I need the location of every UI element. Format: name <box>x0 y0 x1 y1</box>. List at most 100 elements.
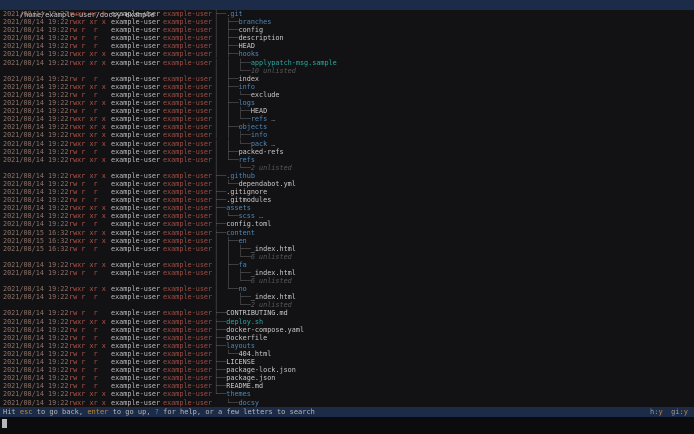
file-group: example-user <box>163 374 213 383</box>
tree-row[interactable]: 2021/08/14 19:22 rw r r example-user exampl… <box>0 309 694 317</box>
file-owner: example-user <box>111 382 161 391</box>
file-date: 2021/08/14 19:22 <box>3 382 69 391</box>
file-date: 2021/08/15 16:32 <box>3 228 69 237</box>
tree-row[interactable]: 2021/08/14 19:22 rwxr xr x example-user exa… <box>0 123 694 131</box>
tree-row[interactable]: 2021/08/14 19:22 rw r r example-user exampl… <box>0 293 694 301</box>
tree-row[interactable]: 2021/08/14 19:22 rwxr xr x example-user exa… <box>0 390 694 398</box>
tree-row[interactable]: 2021/08/14 19:22 rwxr xr x example-user exa… <box>0 18 694 26</box>
tree-row[interactable]: 2021/08/14 19:22 rwxr xr x example-user exa… <box>0 204 694 212</box>
tree-row[interactable]: 2021/08/14 19:22 rwxr xr x example-user exa… <box>0 131 694 139</box>
tree-row[interactable]: 2021/08/14 19:22 rwxr xr x example-user exa… <box>0 115 694 123</box>
tree-row[interactable]: 2021/08/14 19:22 rw r r example-user exampl… <box>0 382 694 390</box>
tree-row[interactable]: 2021/08/14 19:22 rw r r example-user exampl… <box>0 91 694 99</box>
file-group: example-user <box>163 115 213 124</box>
tree-row[interactable]: 2021/08/15 16:32 rwxr xr x example-user exa… <box>0 237 694 245</box>
tree-row[interactable]: 2021/08/14 19:22 rwxr xr x example-user exa… <box>0 318 694 326</box>
file-date: 2021/08/14 19:22 <box>3 398 69 407</box>
tree-row[interactable]: 2021/08/14 19:22 rwxr xr x example-user exa… <box>0 342 694 350</box>
tree-row[interactable]: │ └── 2 unlisted <box>0 301 694 309</box>
file-permissions: rwxr xr x <box>69 131 106 140</box>
tree-row[interactable]: 2021/08/14 19:22 rwxr xr x example-user exa… <box>0 212 694 220</box>
tree-row[interactable]: 2021/08/14 19:22 rw r r example-user exampl… <box>0 334 694 342</box>
tree-row[interactable]: 2021/08/14 19:22 rw r r example-user exampl… <box>0 148 694 156</box>
tree-row[interactable]: │ │ └── 6 unlisted <box>0 253 694 261</box>
tree-row[interactable]: 2021/08/14 19:22 rwxr xr x example-user exa… <box>0 140 694 148</box>
tree-row[interactable]: │ └── 2 unlisted <box>0 164 694 172</box>
tree-branch-prefix: ├── <box>214 317 227 326</box>
entry-name: HEAD <box>238 42 255 51</box>
tree-row[interactable]: 2021/08/14 19:22 rw r r example-user exampl… <box>0 34 694 42</box>
tree-row[interactable]: 2021/08/14 19:22 rwxr xr x example-user exa… <box>0 261 694 269</box>
tree-row[interactable]: 2021/08/14 19:22 rwxr xr x example-user exa… <box>0 83 694 91</box>
tree-row[interactable]: 2021/08/14 19:22 rw r r example-user exampl… <box>0 188 694 196</box>
file-permissions: rwxr xr x <box>69 123 106 132</box>
entry-name: applypatch-msg.sample <box>250 58 337 67</box>
file-group: example-user <box>163 155 213 164</box>
unlisted-suffix: … <box>254 212 264 221</box>
file-owner: example-user <box>111 90 161 99</box>
tree-row[interactable]: 2021/08/14 19:22 rw r r example-user exampl… <box>0 42 694 50</box>
tree-row[interactable]: │ │ └── 10 unlisted <box>0 67 694 75</box>
current-path-bar[interactable]: /home/example-user/docsy-example <box>0 0 694 19</box>
file-permissions: rwxr xr x <box>69 341 106 350</box>
tree-branch-prefix: │ │ └── <box>214 90 251 99</box>
file-permissions: rwxr xr x <box>69 228 106 237</box>
file-permissions: rw r r <box>69 358 98 367</box>
tree-branch-prefix: │ └── <box>214 349 239 358</box>
tree-row[interactable]: 2021/08/14 19:22 rw r r example-user exampl… <box>0 269 694 277</box>
file-permissions: rw r r <box>69 26 98 35</box>
entry-name: en <box>238 236 247 245</box>
tree-row[interactable]: 2021/08/14 19:22 rwxr xr x example-user exa… <box>0 156 694 164</box>
tree-row[interactable]: 2021/08/14 19:22 rwxr xr x example-user exa… <box>0 59 694 67</box>
tree-row[interactable]: │ │ └── 6 unlisted <box>0 277 694 285</box>
file-owner: example-user <box>111 349 161 358</box>
tree-row[interactable]: 2021/08/15 16:32 rw r r example-user exampl… <box>0 245 694 253</box>
file-group: example-user <box>163 90 213 99</box>
tree-branch-prefix: ├── <box>214 341 227 350</box>
tree-row[interactable]: 2021/08/14 19:22 rw r r example-user exampl… <box>0 326 694 334</box>
tree-row[interactable]: 2021/08/14 19:22 rw r r example-user exampl… <box>0 107 694 115</box>
tree-row[interactable]: 2021/08/14 19:22 rwxr xr x example-user exa… <box>0 50 694 58</box>
file-owner: example-user <box>111 188 161 197</box>
tree-branch-prefix: │ │ └── <box>214 277 251 286</box>
tree-branch-prefix: │ └── <box>214 163 251 172</box>
tree-row[interactable]: 2021/08/14 19:22 rw r r example-user exampl… <box>0 26 694 34</box>
search-input[interactable] <box>0 417 694 434</box>
tree-row[interactable]: 2021/08/14 19:22 rwxr xr x example-user exa… <box>0 99 694 107</box>
file-group: example-user <box>163 179 213 188</box>
tree-row[interactable]: 2021/08/14 19:22 rw r r example-user exampl… <box>0 350 694 358</box>
tree-row[interactable]: 2021/08/14 19:22 rwxr xr x example-user exa… <box>0 10 694 18</box>
file-group: example-user <box>163 123 213 132</box>
file-owner: example-user <box>111 42 161 51</box>
tree-row[interactable]: 2021/08/14 19:22 rw r r example-user exampl… <box>0 358 694 366</box>
status-hint-text: Hit esc to go back, enter to go up, ? fo… <box>3 407 650 417</box>
entry-name: fa <box>238 260 247 269</box>
tree-row[interactable]: 2021/08/14 19:22 rwxr xr x example-user exa… <box>0 172 694 180</box>
file-permissions: rwxr xr x <box>69 285 106 294</box>
tree-row[interactable]: 2021/08/14 19:22 rwxr xr x example-user exa… <box>0 285 694 293</box>
tree-row[interactable]: 2021/08/14 19:22 rw r r example-user exampl… <box>0 75 694 83</box>
file-owner: example-user <box>111 236 161 245</box>
tree-row[interactable]: 2021/08/15 16:32 rwxr xr x example-user exa… <box>0 229 694 237</box>
file-permissions: rw r r <box>69 309 98 318</box>
file-owner: example-user <box>111 317 161 326</box>
file-owner: example-user <box>111 155 161 164</box>
entry-name: .gitignore <box>226 188 268 197</box>
file-date: 2021/08/14 19:22 <box>3 123 69 132</box>
entry-name: refs <box>250 115 268 124</box>
tree-branch-prefix: │ │ ├── <box>214 131 251 140</box>
entry-name: pack <box>250 139 268 148</box>
tree-row[interactable]: 2021/08/14 19:22 rw r r example-user exampl… <box>0 196 694 204</box>
tree-row[interactable]: 2021/08/14 19:22 rwxr xr x example-user exa… <box>0 399 694 407</box>
file-owner: example-user <box>111 358 161 367</box>
flag-gi: gi: <box>662 408 684 416</box>
file-group: example-user <box>163 131 213 140</box>
tree-row[interactable]: 2021/08/14 19:22 rw r r example-user exampl… <box>0 180 694 188</box>
file-owner: example-user <box>111 123 161 132</box>
file-owner: example-user <box>111 212 161 221</box>
tree-row[interactable]: 2021/08/14 19:22 rw r r example-user exampl… <box>0 366 694 374</box>
tree-row[interactable]: 2021/08/14 19:22 rw r r example-user exampl… <box>0 220 694 228</box>
tree-row[interactable]: 2021/08/14 19:22 rw r r example-user exampl… <box>0 374 694 382</box>
entry-name: 10 unlisted <box>250 66 296 75</box>
file-date: 2021/08/14 19:22 <box>3 341 69 350</box>
